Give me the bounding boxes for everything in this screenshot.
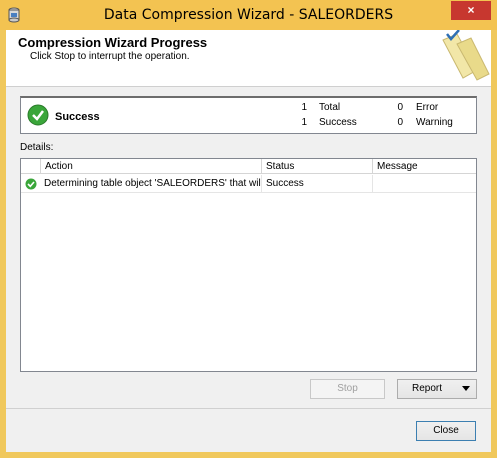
column-header-message[interactable]: Message — [373, 159, 476, 174]
window-title: Data Compression Wizard - SALEORDERS — [103, 7, 394, 23]
column-header-status[interactable]: Status — [262, 159, 373, 174]
footer-divider — [6, 408, 491, 409]
error-count: 0 — [397, 102, 403, 113]
success-check-icon — [27, 104, 49, 126]
page-subtitle: Click Stop to interrupt the operation. — [30, 51, 190, 62]
close-button[interactable]: Close — [416, 421, 476, 441]
grid-header: Action Status Message — [21, 159, 476, 174]
close-button-label: Close — [433, 425, 459, 436]
wizard-client-area: Compression Wizard Progress Click Stop t… — [6, 30, 491, 452]
success-check-icon — [25, 178, 37, 190]
overall-status: Success — [55, 111, 100, 123]
report-button-label: Report — [412, 383, 443, 394]
report-button[interactable]: Report — [397, 379, 477, 399]
warning-label: Warning — [416, 117, 453, 128]
wizard-window: Data Compression Wizard - SALEORDERS × C… — [0, 0, 497, 458]
table-row[interactable]: Determining table object 'SALEORDERS' th… — [21, 175, 476, 193]
page-title: Compression Wizard Progress — [18, 35, 208, 50]
dropdown-arrow-icon — [462, 386, 470, 391]
window-close-button[interactable]: × — [451, 1, 491, 20]
total-count: 1 — [301, 102, 307, 113]
wizard-header: Compression Wizard Progress Click Stop t… — [6, 30, 491, 87]
warning-count: 0 — [397, 117, 403, 128]
icon-column-header[interactable] — [21, 159, 41, 174]
summary-panel: Success 1 Total 1 Success 0 Error 0 Warn… — [20, 96, 477, 134]
total-label: Total — [319, 102, 341, 113]
stop-button-label: Stop — [337, 383, 358, 394]
success-count: 1 — [301, 117, 307, 128]
stop-button[interactable]: Stop — [310, 379, 385, 399]
column-header-action[interactable]: Action — [41, 159, 262, 174]
title-bar[interactable]: Data Compression Wizard - SALEORDERS × — [0, 0, 497, 30]
error-label: Error — [416, 102, 439, 113]
row-message — [373, 175, 476, 193]
row-status: Success — [262, 175, 373, 193]
success-label: Success — [319, 117, 357, 128]
row-action: Determining table object 'SALEORDERS' th… — [41, 175, 262, 193]
details-grid[interactable]: Action Status Message Determining table … — [20, 158, 477, 372]
wizard-banner-icon — [442, 30, 490, 81]
details-label: Details: — [20, 142, 54, 153]
